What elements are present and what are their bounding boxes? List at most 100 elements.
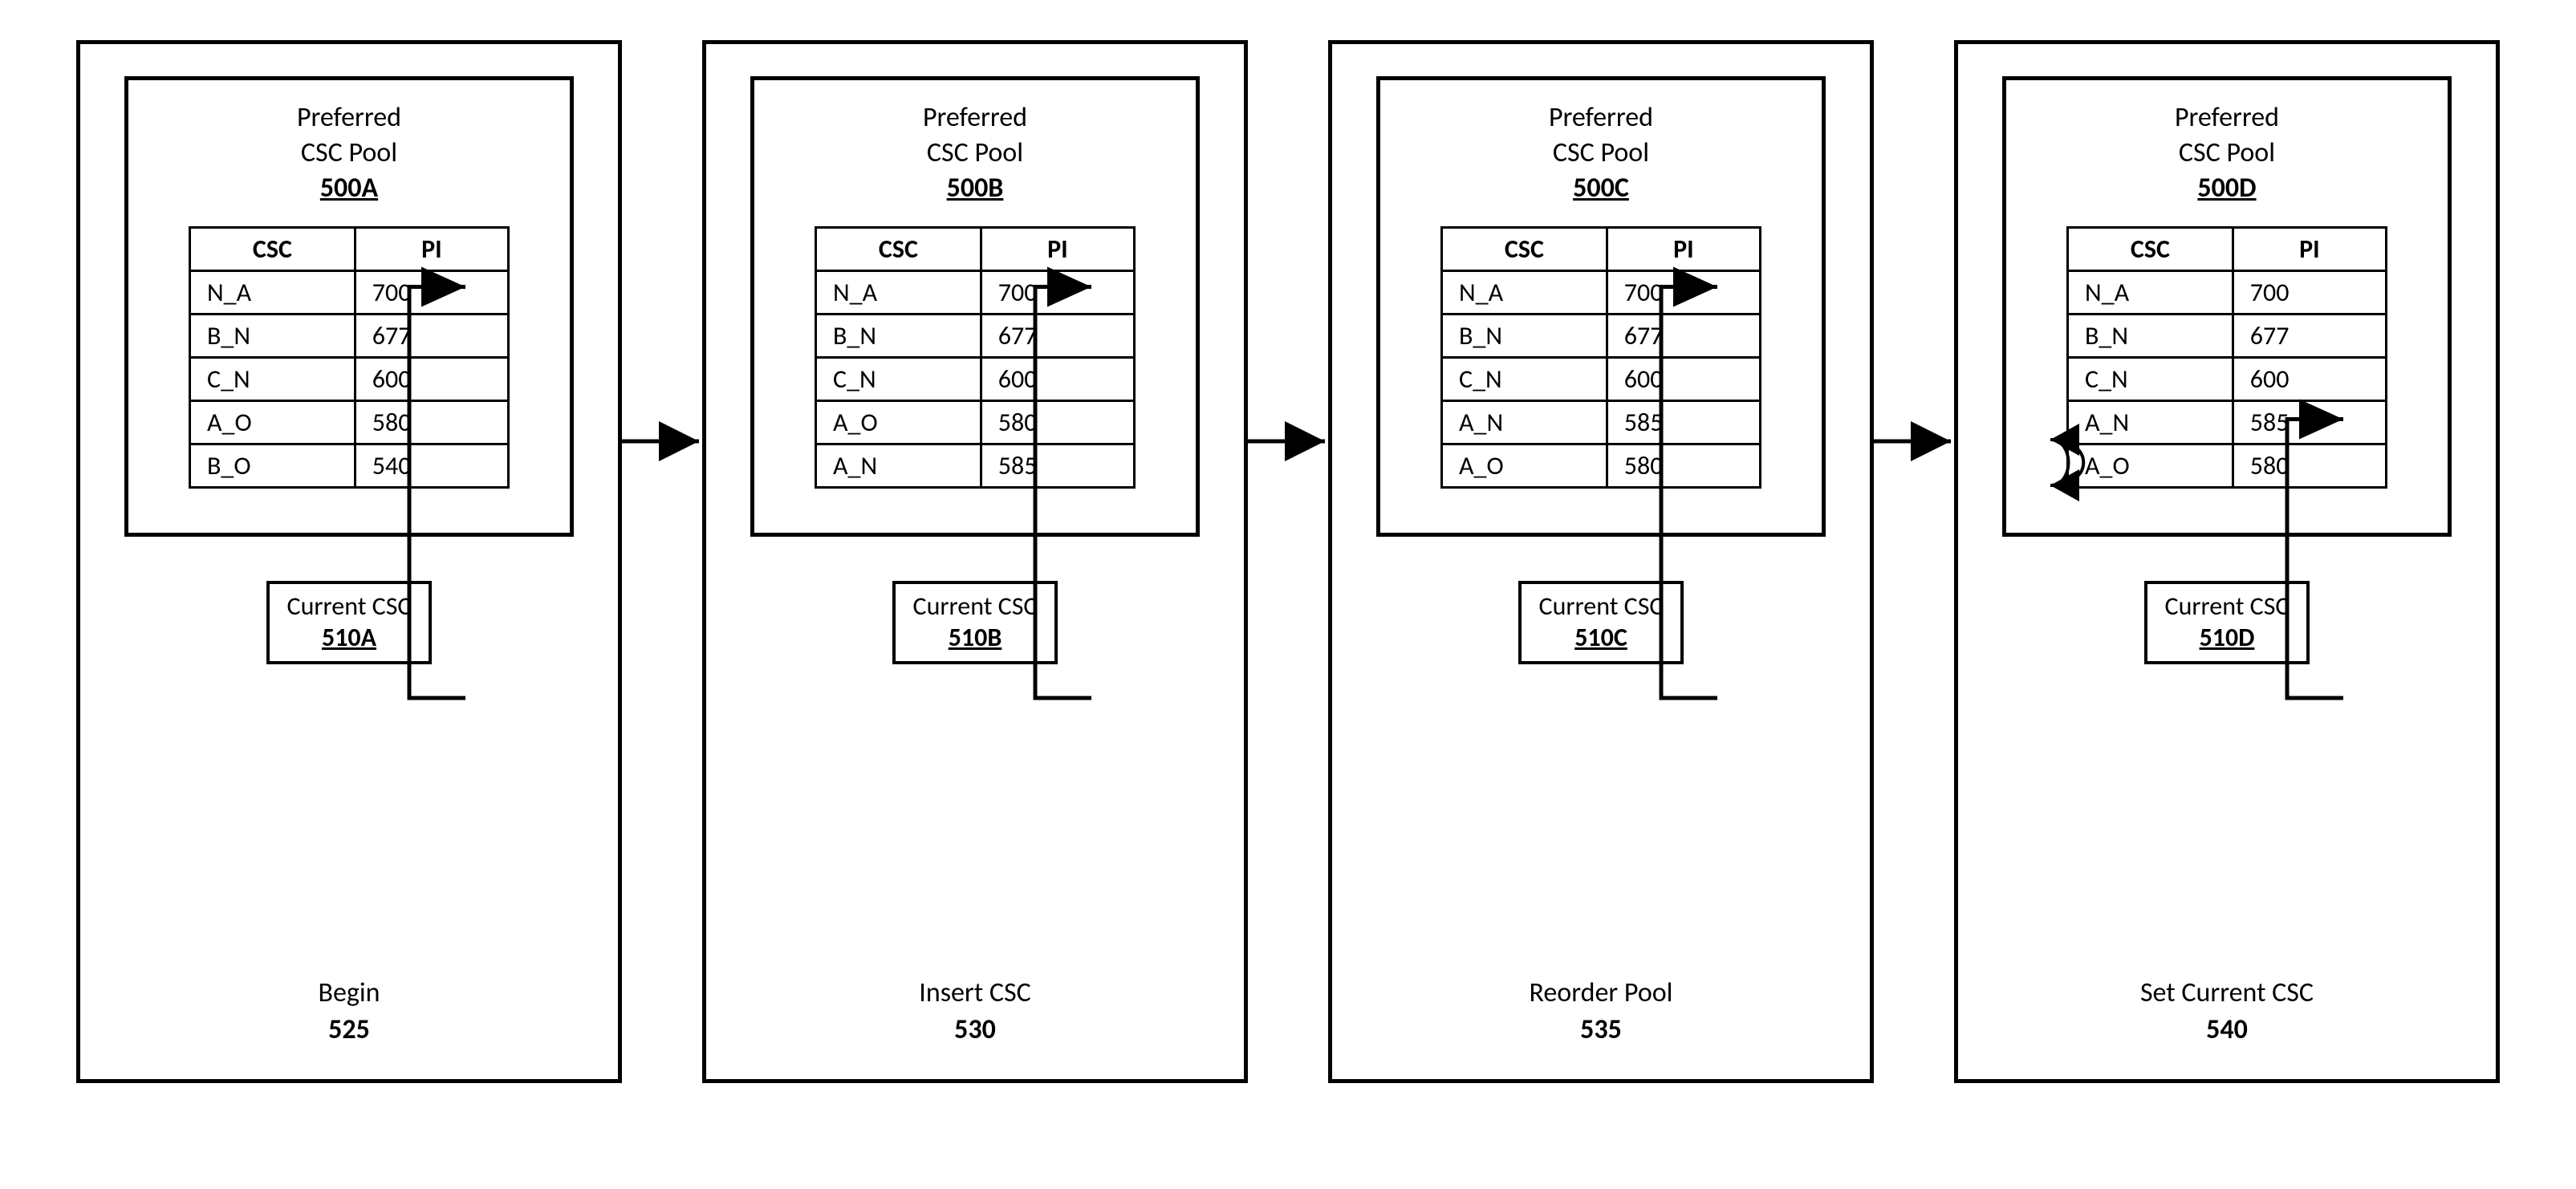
table-row: N_A700 [2068,270,2387,314]
pool-title: Preferred CSC Pool500B [923,100,1027,207]
cell-csc: B_N [816,314,981,357]
panel-caption-text: Reorder Pool [1332,975,1870,1012]
pool-id: 500D [2175,171,2279,206]
cell-pi: 540 [355,444,508,487]
cell-csc: N_A [190,270,356,314]
table-row: A_O580 [2068,444,2387,487]
diagram-stage: Preferred CSC Pool500ACSCPIN_A700B_N677C… [40,40,2536,1083]
current-csc-id: 510B [913,622,1038,653]
current-csc-label: Current CSC [1539,590,1664,622]
pool-title: Preferred CSC Pool500D [2175,100,2279,207]
cell-pi: 700 [1607,270,1760,314]
csc-table: CSCPIN_A700B_N677C_N600A_N585A_O580 [2066,226,2387,489]
cell-csc: A_N [816,444,981,487]
csc-table: CSCPIN_A700B_N677C_N600A_O580B_O540 [189,226,510,489]
pool-id: 500C [1549,171,1653,206]
pool-label: Preferred CSC Pool [2175,100,2279,171]
panel-caption-number: 525 [80,1012,618,1049]
panel-caption-text: Set Current CSC [1958,975,2496,1012]
cell-csc: C_N [190,357,356,400]
panel-caption-number: 535 [1332,1012,1870,1049]
current-csc-box: Current CSC510B [892,581,1058,664]
cell-pi: 677 [355,314,508,357]
panel-caption: Begin525 [80,975,618,1049]
cell-pi: 585 [981,444,1134,487]
table-row: A_N585 [816,444,1135,487]
cell-pi: 700 [981,270,1134,314]
table-row: B_N677 [190,314,509,357]
preferred-csc-pool: Preferred CSC Pool500D CSCPIN_A700B_N677C… [2002,76,2452,537]
table-row: B_O540 [190,444,509,487]
csc-table: CSCPIN_A700B_N677C_N600A_N585A_O580 [1440,226,1761,489]
cell-csc: A_O [816,400,981,444]
preferred-csc-pool: Preferred CSC Pool500B CSCPIN_A700B_N677C… [750,76,1200,537]
table-row: C_N600 [1442,357,1761,400]
pool-title: Preferred CSC Pool500A [297,100,401,207]
cell-csc: A_N [1442,400,1607,444]
cell-csc: N_A [1442,270,1607,314]
table-row: B_N677 [1442,314,1761,357]
table-row: C_N600 [2068,357,2387,400]
pool-id: 500B [923,171,1027,206]
cell-csc: A_N [2068,400,2233,444]
cell-csc: A_O [1442,444,1607,487]
pool-id: 500A [297,171,401,206]
cell-csc: A_O [190,400,356,444]
table-row: A_N585 [1442,400,1761,444]
preferred-csc-pool: Preferred CSC Pool500CCSCPIN_A700B_N677C… [1376,76,1826,537]
cell-pi: 600 [355,357,508,400]
col-pi: PI [981,227,1134,270]
panel: Preferred CSC Pool500D CSCPIN_A700B_N677C… [1954,40,2500,1083]
table-row: N_A700 [1442,270,1761,314]
cell-pi: 700 [2233,270,2386,314]
table-row: A_O580 [1442,444,1761,487]
cell-csc: A_O [2068,444,2233,487]
panel: Preferred CSC Pool500CCSCPIN_A700B_N677C… [1328,40,1874,1083]
cell-pi: 677 [981,314,1134,357]
panel-caption-text: Begin [80,975,618,1012]
current-csc-id: 510C [1539,622,1664,653]
col-csc: CSC [2068,227,2233,270]
col-pi: PI [355,227,508,270]
table-row: A_N585 [2068,400,2387,444]
table-row: A_O580 [190,400,509,444]
panel-caption-number: 540 [1958,1012,2496,1049]
cell-pi: 585 [2233,400,2386,444]
cell-pi: 585 [1607,400,1760,444]
cell-pi: 677 [2233,314,2386,357]
panel-caption: Set Current CSC540 [1958,975,2496,1049]
panel-caption-number: 530 [706,1012,1244,1049]
table-row: N_A700 [190,270,509,314]
table-row: B_N677 [816,314,1135,357]
panel-caption: Insert CSC530 [706,975,1244,1049]
cell-csc: B_O [190,444,356,487]
cell-pi: 580 [2233,444,2386,487]
csc-table: CSCPIN_A700B_N677C_N600A_O580A_N585 [815,226,1136,489]
current-csc-label: Current CSC [2165,590,2290,622]
current-csc-id: 510D [2165,622,2290,653]
current-csc-label: Current CSC [287,590,412,622]
cell-pi: 600 [2233,357,2386,400]
panel-caption-text: Insert CSC [706,975,1244,1012]
current-csc-box: Current CSC510D [2144,581,2310,664]
cell-csc: N_A [816,270,981,314]
preferred-csc-pool: Preferred CSC Pool500A CSCPIN_A700B_N677C… [124,76,574,537]
cell-csc: B_N [190,314,356,357]
cell-csc: B_N [1442,314,1607,357]
current-csc-box: Current CSC510C [1518,581,1684,664]
table-row: B_N677 [2068,314,2387,357]
current-csc-id: 510A [287,622,412,653]
cell-pi: 580 [981,400,1134,444]
cell-csc: B_N [2068,314,2233,357]
current-csc-box: Current CSC510A [266,581,433,664]
table-row: N_A700 [816,270,1135,314]
current-csc-label: Current CSC [913,590,1038,622]
panel: Preferred CSC Pool500B CSCPIN_A700B_N677C… [702,40,1248,1083]
panel: Preferred CSC Pool500A CSCPIN_A700B_N677C… [76,40,622,1083]
table-row: A_O580 [816,400,1135,444]
cell-csc: C_N [1442,357,1607,400]
cell-pi: 600 [1607,357,1760,400]
cell-pi: 600 [981,357,1134,400]
cell-csc: C_N [816,357,981,400]
pool-label: Preferred CSC Pool [923,100,1027,171]
